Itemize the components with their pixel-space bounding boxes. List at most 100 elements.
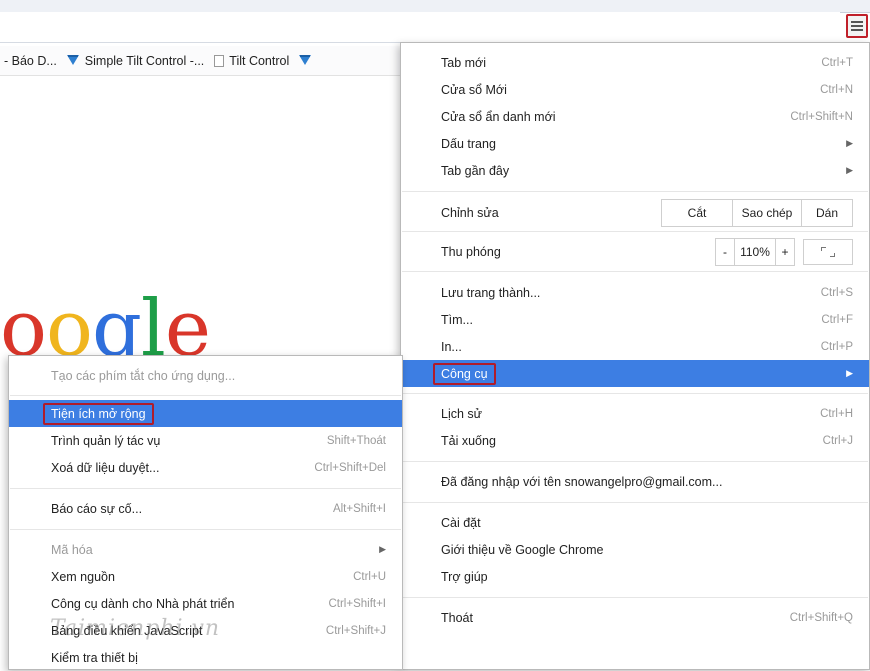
- menu-item-label: Đã đăng nhập với tên snowangelpro@gmail.…: [441, 474, 723, 489]
- bookmarks-bar: - Báo D... Simple Tilt Control -... Tilt…: [0, 46, 400, 76]
- menu-item-shortcut: Ctrl+Shift+Del: [314, 461, 386, 474]
- menu-item-shortcut: Alt+Shift+I: [332, 502, 386, 515]
- menu-item-recent-tabs[interactable]: Tab gần đây ▶: [401, 157, 869, 184]
- watermark: Taimienphi.vn: [50, 616, 221, 641]
- menu-item-signed-in[interactable]: Đã đăng nhập với tên snowangelpro@gmail.…: [401, 468, 869, 495]
- submenu-item-inspect-devices[interactable]: Kiểm tra thiết bị: [9, 644, 402, 671]
- menu-item-find[interactable]: Tìm... Ctrl+F: [401, 306, 869, 333]
- edit-button-group: Cắt Sao chép Dán: [661, 199, 853, 227]
- menu-item-label: Công cụ dành cho Nhà phát triển: [51, 596, 235, 611]
- submenu-arrow-icon: ▶: [846, 368, 853, 378]
- menu-item-history[interactable]: Lịch sử Ctrl+H: [401, 400, 869, 427]
- fullscreen-icon: [821, 247, 835, 257]
- menu-item-label: Báo cáo sự cố...: [51, 501, 143, 516]
- menu-item-zoom: Thu phóng - 110% +: [401, 237, 869, 267]
- menu-separator: [402, 271, 868, 272]
- menu-item-label: Tab gần đây: [441, 163, 510, 178]
- menu-item-label: Xem nguồn: [51, 569, 115, 584]
- bookmark-item[interactable]: Tilt Control: [214, 54, 289, 68]
- zoom-box: - 110% +: [715, 238, 795, 266]
- submenu-item-clear-data[interactable]: Xoá dữ liệu duyệt... Ctrl+Shift+Del: [9, 454, 402, 481]
- cut-button[interactable]: Cắt: [662, 200, 732, 226]
- menu-item-label: Thu phóng: [441, 245, 501, 259]
- submenu-item-extensions[interactable]: Tiện ích mở rộng: [9, 400, 402, 427]
- menu-item-label: Tiện ích mở rộng: [43, 402, 154, 425]
- menu-item-shortcut: Ctrl+Shift+N: [790, 110, 853, 123]
- menu-separator: [402, 393, 868, 394]
- bookmark-label: Simple Tilt Control -...: [84, 53, 205, 68]
- paste-button[interactable]: Dán: [801, 200, 852, 226]
- menu-item-label: Trợ giúp: [441, 569, 488, 584]
- menu-item-print[interactable]: In... Ctrl+P: [401, 333, 869, 360]
- menu-item-label: Cửa sổ ẩn danh mới: [441, 109, 556, 124]
- zoom-level: 110%: [734, 239, 775, 265]
- menu-item-shortcut: Shift+Thoát: [326, 434, 386, 447]
- submenu-item-task-manager[interactable]: Trình quản lý tác vụ Shift+Thoát: [9, 427, 402, 454]
- submenu-item-create-shortcuts: Tạo các phím tắt cho ứng dụng...: [9, 362, 402, 389]
- vlc-icon: [299, 54, 312, 67]
- menu-separator: [10, 529, 401, 530]
- bookmark-item[interactable]: - Báo D...: [4, 54, 57, 68]
- chrome-main-menu: Tab mới Ctrl+T Cửa sổ Mới Ctrl+N Cửa sổ …: [400, 42, 870, 670]
- menu-item-label: Cài đặt: [441, 515, 481, 530]
- menu-item-label: Cửa sổ Mới: [441, 82, 507, 97]
- menu-item-label: Lịch sử: [441, 406, 483, 421]
- menu-item-settings[interactable]: Cài đặt: [401, 509, 869, 536]
- menu-separator: [10, 395, 401, 396]
- submenu-item-dev-tools[interactable]: Công cụ dành cho Nhà phát triển Ctrl+Shi…: [9, 590, 402, 617]
- vlc-icon: [66, 54, 80, 67]
- menu-item-label: Kiểm tra thiết bị: [51, 650, 138, 665]
- menu-item-shortcut: Ctrl+H: [820, 407, 853, 420]
- bookmark-item[interactable]: [299, 54, 312, 67]
- menu-item-shortcut: Ctrl+T: [821, 56, 853, 69]
- menu-item-label: Tải xuống: [441, 433, 496, 448]
- menu-item-downloads[interactable]: Tải xuống Ctrl+J: [401, 427, 869, 454]
- menu-item-help[interactable]: Trợ giúp: [401, 563, 869, 590]
- menu-item-bookmarks[interactable]: Dấu trang ▶: [401, 130, 869, 157]
- submenu-item-view-source[interactable]: Xem nguồn Ctrl+U: [9, 563, 402, 590]
- zoom-in-button[interactable]: +: [775, 239, 794, 265]
- bookmark-label: Tilt Control: [229, 53, 290, 68]
- address-bar[interactable]: [0, 12, 840, 43]
- menu-item-new-tab[interactable]: Tab mới Ctrl+T: [401, 49, 869, 76]
- menu-item-label: Dấu trang: [441, 136, 496, 151]
- menu-item-label: Trình quản lý tác vụ: [51, 433, 161, 448]
- submenu-arrow-icon: ▶: [846, 138, 853, 148]
- menu-item-label-wrap: Công cụ: [433, 362, 846, 385]
- bookmark-item[interactable]: Simple Tilt Control -...: [66, 53, 205, 68]
- menu-item-exit[interactable]: Thoát Ctrl+Shift+Q: [401, 604, 869, 631]
- menu-item-new-window[interactable]: Cửa sổ Mới Ctrl+N: [401, 76, 869, 103]
- menu-item-label: Lưu trang thành...: [441, 285, 541, 300]
- page-icon: [214, 54, 225, 67]
- menu-separator: [402, 231, 868, 232]
- menu-item-label: Tìm...: [441, 312, 473, 327]
- menu-separator: [402, 461, 868, 462]
- menu-item-shortcut: Ctrl+Shift+Q: [789, 611, 853, 624]
- copy-button[interactable]: Sao chép: [732, 200, 801, 226]
- menu-item-label: Giới thiệu về Google Chrome: [441, 542, 604, 557]
- menu-item-shortcut: Ctrl+S: [820, 286, 853, 299]
- menu-item-shortcut: Ctrl+U: [353, 570, 386, 583]
- menu-separator: [402, 502, 868, 503]
- submenu-arrow-icon: ▶: [379, 544, 386, 554]
- zoom-controls: - 110% +: [715, 238, 853, 266]
- menu-item-label-wrap: Tiện ích mở rộng: [43, 402, 386, 425]
- submenu-item-report-issue[interactable]: Báo cáo sự cố... Alt+Shift+I: [9, 495, 402, 522]
- menu-item-label: Xoá dữ liệu duyệt...: [51, 460, 160, 475]
- submenu-item-encoding[interactable]: Mã hóa ▶: [9, 536, 402, 563]
- menu-item-incognito[interactable]: Cửa sổ ẩn danh mới Ctrl+Shift+N: [401, 103, 869, 130]
- chrome-menu-button[interactable]: [846, 14, 868, 38]
- menu-item-shortcut: Ctrl+F: [821, 313, 853, 326]
- menu-item-shortcut: Ctrl+P: [820, 340, 853, 353]
- menu-separator: [402, 597, 868, 598]
- menu-item-label: Chỉnh sửa: [441, 206, 499, 220]
- menu-separator: [402, 191, 868, 192]
- menu-item-tools[interactable]: Công cụ ▶: [401, 360, 869, 387]
- zoom-out-button[interactable]: -: [716, 239, 734, 265]
- menu-item-save-page[interactable]: Lưu trang thành... Ctrl+S: [401, 279, 869, 306]
- menu-item-label: Công cụ: [433, 362, 496, 385]
- fullscreen-button[interactable]: [803, 239, 853, 265]
- menu-item-label: Tab mới: [441, 55, 487, 70]
- menu-item-about[interactable]: Giới thiệu về Google Chrome: [401, 536, 869, 563]
- hamburger-icon: [851, 21, 863, 31]
